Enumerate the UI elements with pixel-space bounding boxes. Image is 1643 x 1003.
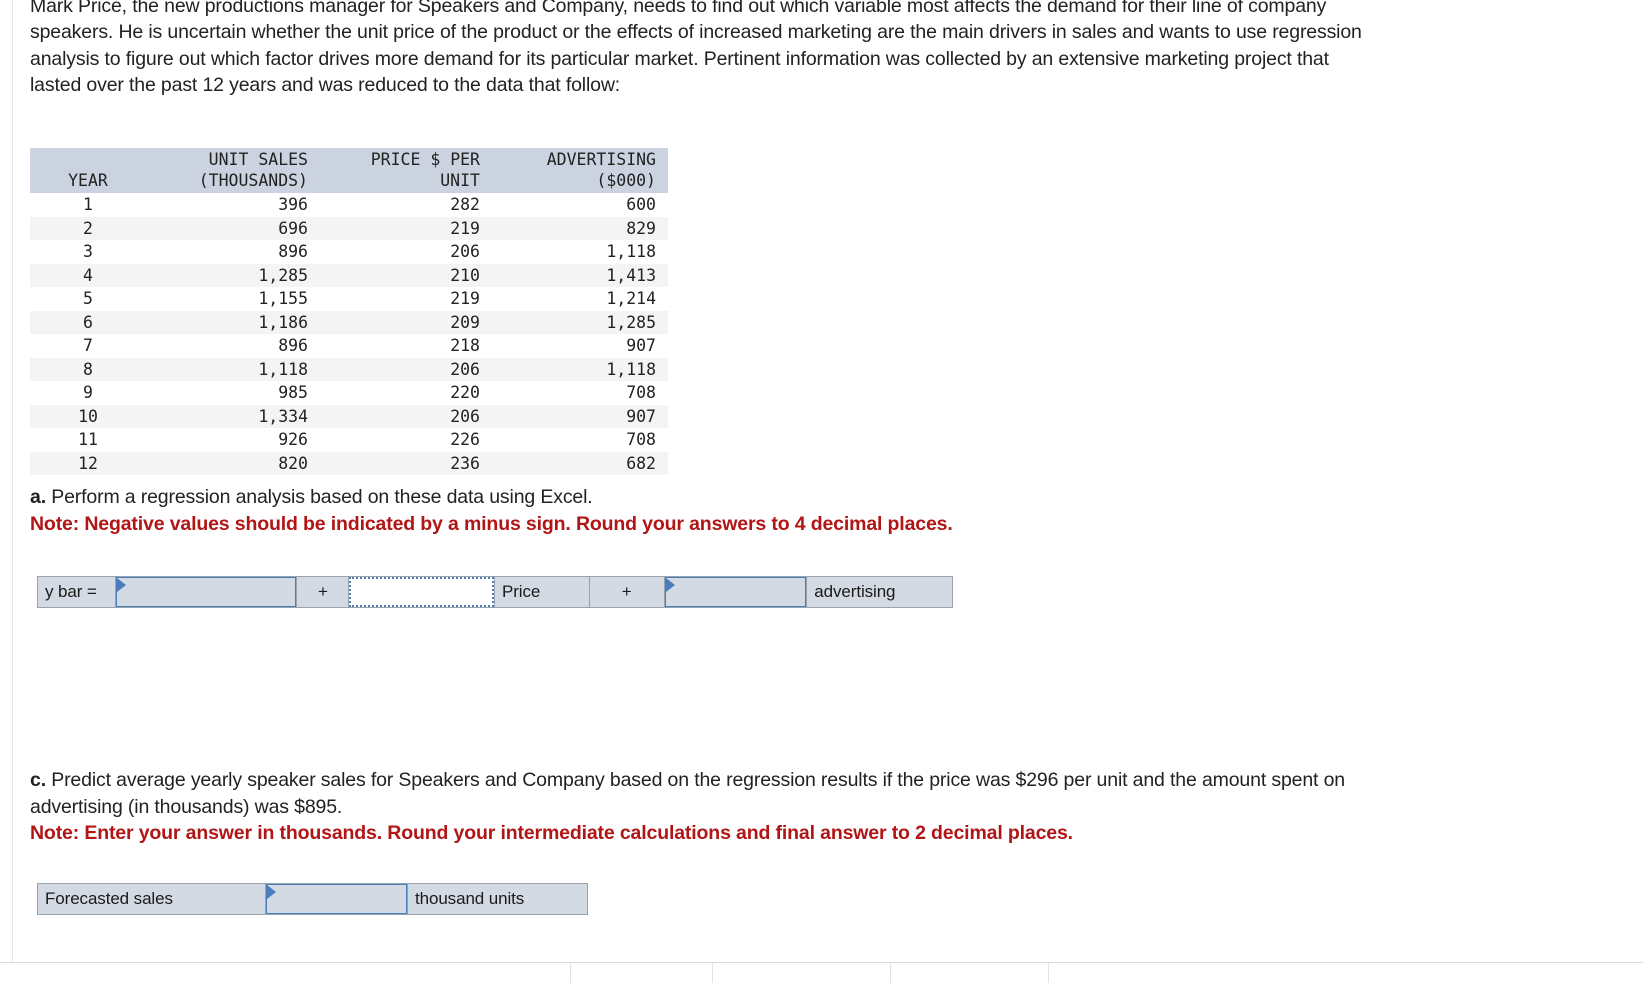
table-row: 6 1,186 209 1,285	[30, 310, 668, 334]
cell-unit-sales: 896	[278, 242, 308, 261]
cell-year: 9	[83, 383, 93, 402]
forecasted-sales-input[interactable]	[266, 884, 408, 914]
cell-price: 219	[450, 289, 480, 308]
cell-year: 2	[83, 218, 93, 238]
cell-year: 8	[83, 359, 93, 379]
forecasted-sales-answer-row: Forecasted sales thousand units	[37, 883, 588, 915]
cell-advertising: 907	[626, 406, 656, 426]
cell-advertising: 1,118	[606, 359, 656, 379]
question-c-label: c.	[30, 769, 46, 791]
cursor-marker-icon	[665, 578, 675, 592]
cell-year: 6	[83, 312, 93, 332]
question-c-note: Note: Enter your answer in thousands. Ro…	[30, 822, 1073, 844]
cell-unit-sales: 1,334	[258, 406, 308, 426]
table-row: 2 696 219 829	[30, 216, 668, 240]
table-row: 7 896 218 907	[30, 334, 668, 358]
cursor-marker-icon	[267, 885, 276, 899]
cell-advertising: 829	[626, 218, 656, 238]
question-c-block: c. Predict average yearly speaker sales …	[30, 767, 1380, 847]
intercept-input[interactable]	[115, 577, 298, 607]
cell-advertising: 1,413	[606, 265, 656, 285]
cell-unit-sales: 820	[278, 453, 308, 473]
cell-advertising: 1,118	[606, 242, 656, 261]
cell-price: 282	[450, 195, 480, 214]
cell-unit-sales: 1,155	[258, 289, 308, 308]
table-row: 11 926 226 708	[30, 428, 668, 452]
cell-unit-sales: 1,285	[258, 265, 308, 285]
page-left-rule	[12, 0, 13, 962]
cell-year: 5	[83, 289, 93, 308]
cell-unit-sales: 1,118	[258, 359, 308, 379]
cell-advertising: 907	[626, 336, 656, 355]
forecasted-sales-label: Forecasted sales	[38, 884, 266, 914]
cell-price: 226	[450, 430, 480, 449]
table-row: 1 396 282 600	[30, 193, 668, 217]
problem-statement: Mark Price, the new productions manager …	[30, 0, 1362, 96]
cell-year: 11	[78, 430, 98, 449]
speaker-data-table: YEAR UNIT SALES (THOUSANDS) PRICE $ PER UN…	[30, 148, 668, 475]
column-header-price: PRICE $ PER UNIT	[320, 148, 492, 193]
cell-unit-sales: 926	[278, 430, 308, 449]
table-row: 9 985 220 708	[30, 381, 668, 405]
column-header-advertising: ADVERTISING ($000)	[492, 148, 668, 193]
y-bar-label: y bar =	[38, 577, 116, 607]
column-header-year: YEAR	[30, 148, 146, 193]
cell-advertising: 1,214	[606, 289, 656, 308]
page-bottom-tick	[1048, 963, 1049, 983]
cell-year: 10	[78, 406, 98, 426]
cell-price: 220	[450, 383, 480, 402]
cell-year: 12	[78, 453, 98, 473]
cursor-marker-icon	[116, 578, 126, 592]
table-row: 4 1,285 210 1,413	[30, 263, 668, 287]
advertising-coefficient-input[interactable]	[664, 577, 808, 607]
cell-price: 210	[450, 265, 480, 285]
table-row: 3 896 206 1,118	[30, 240, 668, 264]
cell-price: 209	[450, 312, 480, 332]
table-header-row: YEAR UNIT SALES (THOUSANDS) PRICE $ PER UN…	[30, 148, 668, 193]
page-bottom-tick	[570, 963, 571, 983]
thousand-units-label: thousand units	[408, 884, 587, 914]
cell-price: 206	[450, 406, 480, 426]
page-bottom-tick	[890, 963, 891, 983]
question-c-text: Predict average yearly speaker sales for…	[30, 769, 1345, 818]
cell-advertising: 708	[626, 383, 656, 402]
cell-advertising: 600	[626, 195, 656, 214]
price-coefficient-input[interactable]	[349, 577, 495, 607]
table-row: 12 820 236 682	[30, 451, 668, 475]
question-a-text: Perform a regression analysis based on t…	[45, 486, 593, 508]
cell-unit-sales: 985	[278, 383, 308, 402]
table-row: 10 1,334 206 907	[30, 404, 668, 428]
advertising-term-label: advertising	[807, 577, 952, 607]
cell-price: 206	[450, 242, 480, 261]
question-a-text-line: a. Perform a regression analysis based o…	[30, 484, 1430, 511]
column-header-unit-sales: UNIT SALES (THOUSANDS)	[146, 148, 320, 193]
cell-year: 3	[83, 242, 93, 261]
price-term-label: Price	[494, 577, 590, 607]
question-a-block: a. Perform a regression analysis based o…	[30, 484, 1430, 537]
question-a-label: a.	[30, 486, 46, 508]
page-bottom-edge	[0, 962, 1643, 1003]
cell-advertising: 682	[626, 453, 656, 473]
question-c-text-line: c. Predict average yearly speaker sales …	[30, 767, 1380, 820]
cell-unit-sales: 896	[278, 336, 308, 355]
page-bottom-tick	[712, 963, 713, 983]
question-a-note: Note: Negative values should be indicate…	[30, 512, 953, 535]
regression-equation-answer-row: y bar = + Price + advertising	[37, 576, 953, 608]
cell-price: 236	[450, 453, 480, 473]
cell-year: 7	[83, 336, 93, 355]
cell-price: 206	[450, 359, 480, 379]
cell-unit-sales: 1,186	[258, 312, 308, 332]
cell-unit-sales: 396	[278, 195, 308, 214]
cell-year: 4	[83, 265, 93, 285]
table-row: 5 1,155 219 1,214	[30, 287, 668, 311]
cell-year: 1	[83, 195, 93, 214]
cell-advertising: 1,285	[606, 312, 656, 332]
plus-operator-2: +	[589, 577, 665, 607]
table-row: 8 1,118 206 1,118	[30, 357, 668, 381]
cell-advertising: 708	[626, 430, 656, 449]
cell-unit-sales: 696	[278, 218, 308, 238]
cell-price: 219	[450, 218, 480, 238]
cell-price: 218	[450, 336, 480, 355]
plus-operator-1: +	[297, 577, 350, 607]
